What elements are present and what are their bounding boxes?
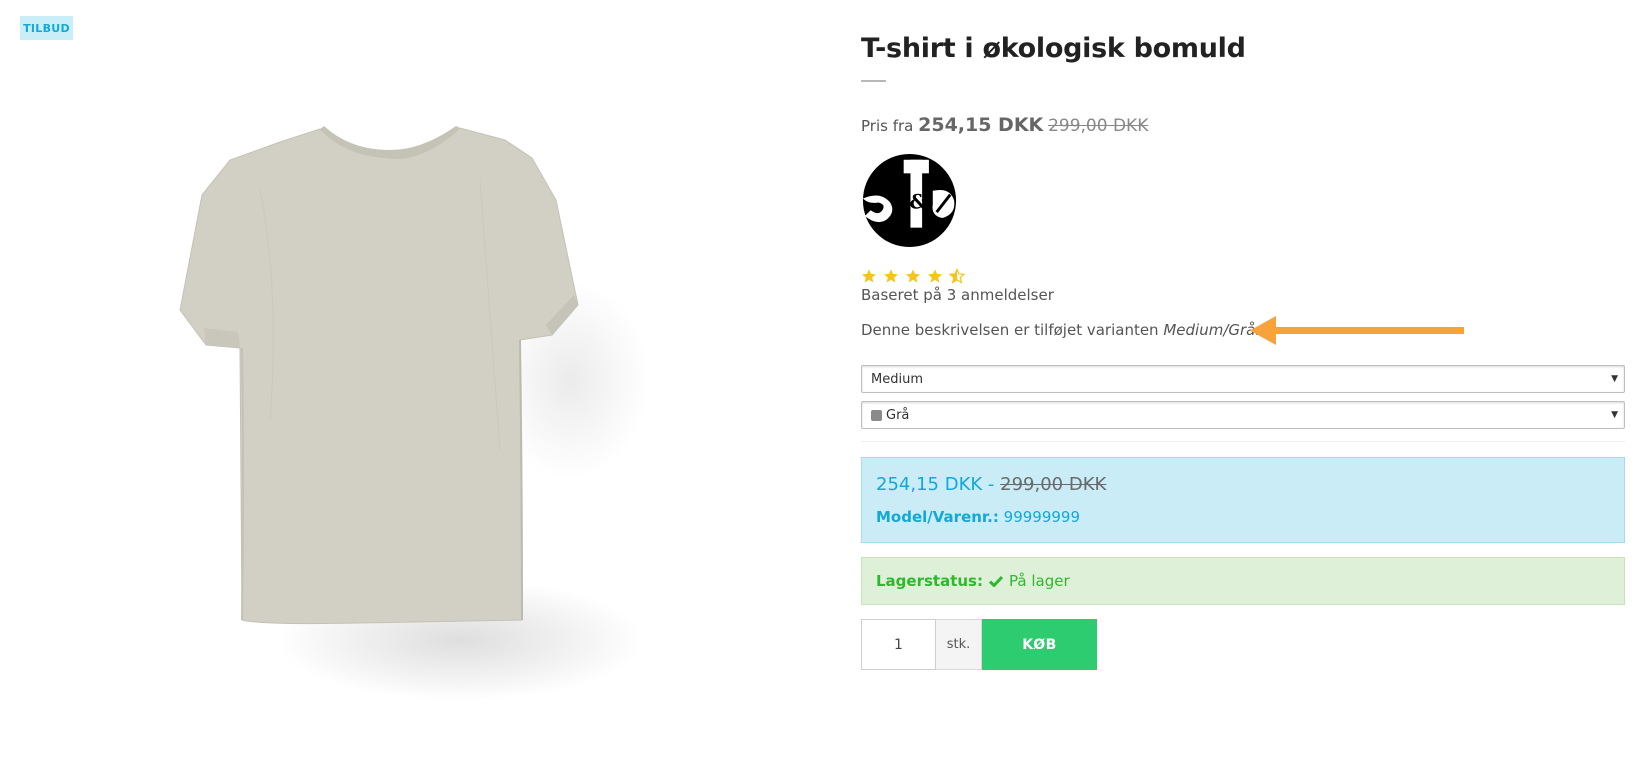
title-divider	[861, 80, 886, 82]
variant-price: 254,15 DKK - 299,00 DKK	[876, 474, 1106, 495]
quantity-unit: stk.	[936, 619, 982, 670]
buy-button[interactable]: KØB	[982, 619, 1097, 670]
color-swatch	[871, 409, 882, 421]
size-select-value: Medium	[871, 371, 923, 387]
rating-stars	[861, 268, 965, 284]
product-image[interactable]	[160, 120, 680, 740]
variant-price-box: 254,15 DKK - 299,00 DKK Model/Varenr.: 9…	[861, 457, 1625, 543]
product-info: T-shirt i økologisk bomuld Pris fra 254,…	[861, 0, 1626, 764]
stock-value: På lager	[1009, 572, 1070, 590]
price-old: 299,00 DKK	[1048, 116, 1149, 136]
star-full-icon	[906, 269, 920, 283]
variant-description-text: Denne beskrivelsen er tilføjet varianten	[861, 321, 1164, 339]
star-full-icon	[928, 269, 942, 283]
chevron-down-icon: ▼	[1611, 410, 1618, 420]
variant-description-name: Medium/Grå	[1163, 321, 1256, 339]
brand-logo[interactable]: &	[861, 152, 958, 249]
star-half-icon	[949, 268, 965, 284]
model-value: 99999999	[1003, 508, 1081, 526]
check-icon	[989, 575, 1003, 587]
price-line: Pris fra 254,15 DKK 299,00 DKK	[861, 114, 1148, 136]
variant-price-now: 254,15 DKK	[876, 474, 983, 495]
size-select[interactable]: Medium ▼	[861, 365, 1625, 393]
star-full-icon	[884, 269, 898, 283]
variant-price-separator: -	[982, 474, 1001, 495]
arrow-left-icon	[1250, 316, 1464, 345]
variant-description: Denne beskrivelsen er tilføjet varianten…	[861, 321, 1270, 339]
reviews-count[interactable]: Baseret på 3 anmeldelser	[861, 286, 1054, 304]
star-full-icon	[862, 269, 876, 283]
stock-label: Lagerstatus:	[876, 572, 983, 590]
tshirt-image	[179, 126, 579, 625]
chevron-down-icon: ▼	[1611, 374, 1618, 384]
color-select-value: Grå	[886, 407, 910, 423]
sale-badge: TILBUD	[20, 16, 73, 40]
product-title: T-shirt i økologisk bomuld	[861, 33, 1246, 64]
quantity-input[interactable]	[861, 619, 936, 670]
model-number: Model/Varenr.: 99999999	[876, 508, 1080, 526]
variant-price-old: 299,00 DKK	[1000, 474, 1107, 495]
price-now: 254,15 DKK	[918, 114, 1044, 136]
color-select[interactable]: Grå ▼	[861, 401, 1625, 429]
svg-text:&: &	[910, 190, 928, 213]
stock-status: Lagerstatus: På lager	[861, 557, 1625, 605]
add-to-cart-group: stk. KØB	[861, 619, 1097, 670]
price-prefix: Pris fra	[861, 117, 914, 135]
options-divider	[861, 441, 1625, 442]
model-label: Model/Varenr.:	[876, 508, 999, 526]
